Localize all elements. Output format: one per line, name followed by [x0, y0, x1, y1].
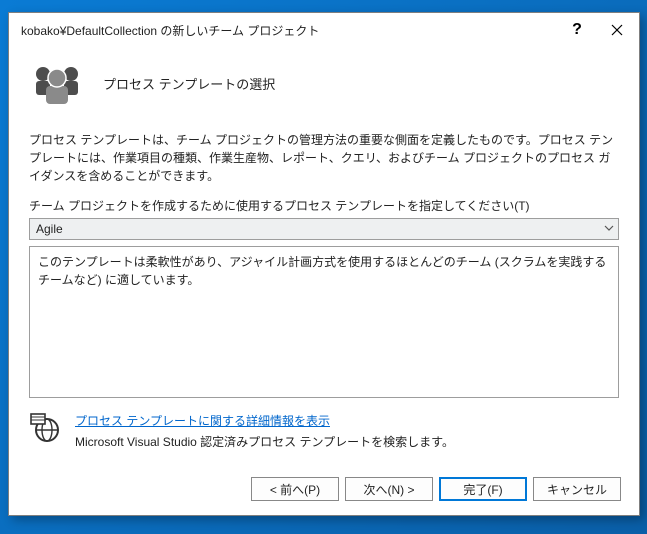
- next-button[interactable]: 次へ(N) >: [345, 477, 433, 501]
- page-title: プロセス テンプレートの選択: [103, 74, 275, 93]
- cancel-button[interactable]: キャンセル: [533, 477, 621, 501]
- chevron-down-icon: [604, 222, 614, 236]
- combobox-selected-value: Agile: [36, 222, 604, 236]
- info-row: プロセス テンプレートに関する詳細情報を表示 Microsoft Visual …: [29, 412, 619, 450]
- close-button[interactable]: [597, 15, 637, 45]
- template-field-label: チーム プロジェクトを作成するために使用するプロセス テンプレートを指定してくだ…: [29, 197, 619, 214]
- template-details-link[interactable]: プロセス テンプレートに関する詳細情報を表示: [75, 412, 330, 429]
- previous-button[interactable]: < 前へ(P): [251, 477, 339, 501]
- info-sub-text: Microsoft Visual Studio 認定済みプロセス テンプレートを…: [75, 433, 619, 450]
- titlebar: kobako¥DefaultCollection の新しいチーム プロジェクト …: [9, 13, 639, 47]
- header-section: プロセス テンプレートの選択: [9, 47, 639, 123]
- help-button[interactable]: ?: [557, 15, 597, 45]
- template-description-box: このテンプレートは柔軟性があり、アジャイル計画方式を使用するほとんどのチーム (…: [29, 246, 619, 398]
- button-row: < 前へ(P) 次へ(N) > 完了(F) キャンセル: [9, 467, 639, 515]
- finish-button[interactable]: 完了(F): [439, 477, 527, 501]
- team-people-icon: [29, 61, 85, 105]
- intro-text: プロセス テンプレートは、チーム プロジェクトの管理方法の重要な側面を定義したも…: [29, 131, 619, 185]
- close-icon: [611, 24, 623, 36]
- info-texts: プロセス テンプレートに関する詳細情報を表示 Microsoft Visual …: [75, 412, 619, 450]
- dialog-body: プロセス テンプレートは、チーム プロジェクトの管理方法の重要な側面を定義したも…: [9, 123, 639, 467]
- new-team-project-dialog: kobako¥DefaultCollection の新しいチーム プロジェクト …: [8, 12, 640, 516]
- globe-icon: [29, 412, 59, 442]
- process-template-combobox[interactable]: Agile: [29, 218, 619, 240]
- window-title: kobako¥DefaultCollection の新しいチーム プロジェクト: [21, 22, 557, 39]
